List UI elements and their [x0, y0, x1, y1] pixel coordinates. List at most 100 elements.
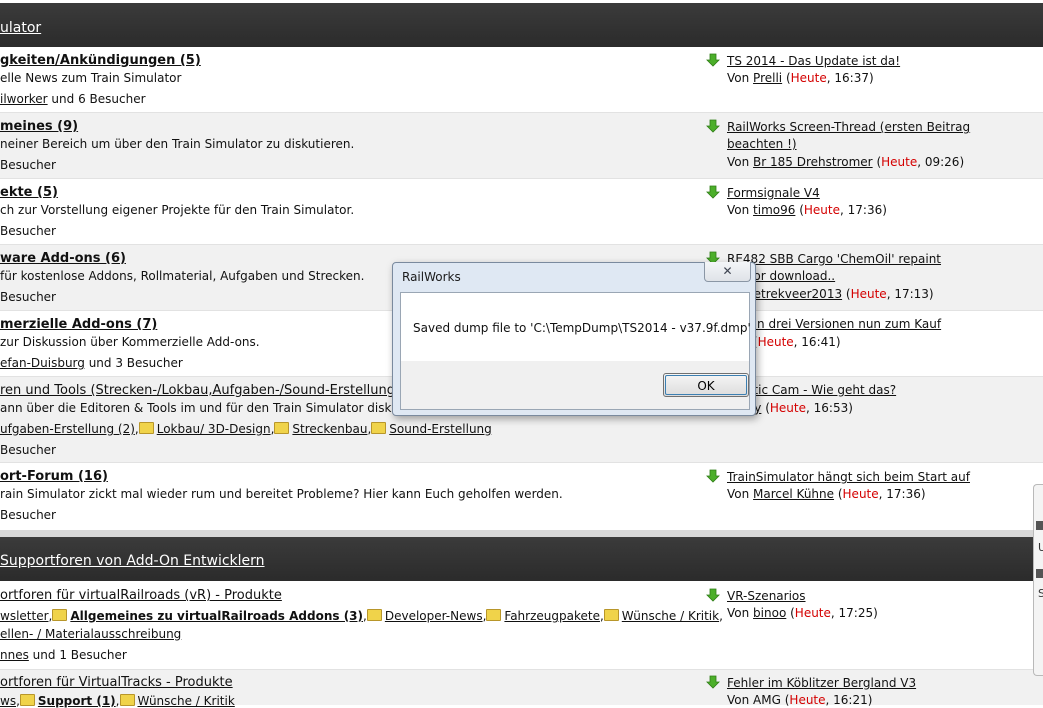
online-line: Besucher	[0, 224, 56, 238]
last-post-title-link[interactable]: 103 in drei Versionen nun zum Kauf	[727, 317, 941, 331]
subforum-link[interactable]: Developer-News	[385, 609, 483, 623]
subforum-link[interactable]: ws	[0, 694, 16, 708]
author-link[interactable]: Marcel Kühne	[753, 487, 834, 501]
folder-icon	[119, 694, 135, 706]
forum-title-link[interactable]: gkeiten/Ankündigungen (5)	[0, 53, 201, 68]
ok-button[interactable]: OK	[663, 373, 749, 397]
forum-description: elle News zum Train Simulator	[0, 71, 182, 85]
category-header: Supportforen von Add-On Entwicklern	[0, 537, 1043, 581]
close-icon[interactable]: ✕	[704, 262, 751, 282]
last-post-author-line: Von Br 185 Drehstromer (Heute, 09:26)	[727, 155, 965, 169]
forum-title-link[interactable]: ren und Tools (Strecken-/Lokbau,Aufgaben…	[0, 383, 395, 398]
forum-description: ann über die Editoren & Tools im und für…	[0, 401, 415, 415]
folder-icon	[274, 422, 290, 434]
forum-row: ekte (5) ch zur Vorstellung eigener Proj…	[0, 179, 1043, 245]
forum-title-link[interactable]: ekte (5)	[0, 185, 58, 200]
online-line: Besucher	[0, 290, 56, 304]
forum-title-link[interactable]: ort-Forum (16)	[0, 469, 108, 484]
last-post-title-link[interactable]: TS 2014 - Das Update ist da!	[727, 54, 900, 68]
subforum-link[interactable]: Streckenbau	[292, 422, 367, 436]
folder-icon	[371, 422, 387, 434]
forum-title-link[interactable]: ortforen für VirtualTracks - Produkte	[0, 675, 233, 690]
online-user-link[interactable]: nnes	[0, 648, 29, 662]
dialog-message-area: Saved dump file to 'C:\TempDump\TS2014 -…	[401, 293, 751, 361]
last-post-author-line: Duwetrekveer2013 (Heute, 17:13)	[727, 287, 934, 301]
subforum-link[interactable]: Sound-Erstellung	[389, 422, 491, 436]
widget-icon	[1036, 521, 1043, 530]
subforum-link[interactable]: Fahrzeugpakete	[504, 609, 600, 623]
subforum-link[interactable]: ufgaben-Erstellung (2)	[0, 422, 135, 436]
author-link[interactable]: binoo	[753, 606, 786, 620]
last-post-title-continued[interactable]: beachten !)	[727, 137, 797, 151]
last-post: Fehler im Köblitzer Bergland V3 Von AMG …	[706, 675, 916, 707]
last-post-title-link[interactable]: RE482 SBB Cargo 'ChemOil' repaint	[727, 252, 941, 266]
subforum-link[interactable]: ellen- / Materialausschreibung	[0, 627, 181, 641]
subforum-link[interactable]: Wünsche / Kritik	[622, 609, 719, 623]
last-post-author-line: Von timo96 (Heute, 17:36)	[727, 203, 887, 217]
category-title-link[interactable]: ulator	[0, 20, 41, 36]
online-user-link[interactable]: efan-Duisburg	[0, 356, 85, 370]
forum-description: ch zur Vorstellung eigener Projekte für …	[0, 203, 355, 217]
author-link[interactable]: Br 185 Drehstromer	[753, 155, 873, 169]
subforum-list: wsletter, Allgemeines zu virtualRailroads…	[0, 609, 723, 623]
author-link[interactable]: Prelli	[753, 71, 782, 85]
last-post: RailWorks Screen-Thread (ersten Beitrag …	[706, 119, 970, 169]
online-user-link[interactable]: ilworker	[0, 92, 48, 106]
forum-description: für kostenlose Addons, Rollmaterial, Auf…	[0, 269, 365, 283]
railworks-dialog: RailWorks ✕ Saved dump file to 'C:\TempD…	[392, 262, 756, 416]
last-post-title-link[interactable]: VR-Szenarios	[727, 589, 806, 603]
subforum-link[interactable]: Lokbau/ 3D-Design	[157, 422, 271, 436]
last-post: Formsignale V4 Von timo96 (Heute, 17:36)	[706, 185, 887, 217]
subforum-link[interactable]: Wünsche / Kritik	[138, 694, 235, 708]
widget-icon	[1036, 569, 1043, 578]
forum-description: neiner Bereich um über den Train Simulat…	[0, 137, 355, 151]
last-post-title-link[interactable]: Fehler im Köblitzer Bergland V3	[727, 676, 916, 690]
subforum-link[interactable]: wsletter	[0, 609, 49, 623]
dialog-message: Saved dump file to 'C:\TempDump\TS2014 -…	[413, 321, 751, 335]
author-link[interactable]: timo96	[753, 203, 795, 217]
online-line: nnes und 1 Besucher	[0, 648, 127, 662]
category-header: ulator	[0, 3, 1043, 47]
online-line: ilworker und 6 Besucher	[0, 92, 146, 106]
forum-title-link[interactable]: ware Add-ons (6)	[0, 251, 126, 266]
last-post: TrainSimulator hängt sich beim Start auf…	[706, 469, 970, 501]
online-line: Besucher	[0, 158, 56, 172]
dialog-title: RailWorks	[402, 270, 461, 284]
folder-icon	[366, 609, 382, 621]
forum-title-link[interactable]: ortforen für virtualRailroads (vR) - Pro…	[0, 588, 282, 603]
last-post-title-link[interactable]: TrainSimulator hängt sich beim Start auf	[727, 470, 970, 484]
go-to-post-arrow-icon[interactable]	[706, 675, 720, 689]
go-to-post-arrow-icon[interactable]	[706, 119, 720, 133]
forum-title-link[interactable]: merzielle Add-ons (7)	[0, 317, 157, 332]
folder-icon	[52, 609, 68, 621]
online-line: Besucher	[0, 443, 56, 457]
forum-row: ortforen für VirtualTracks - Produkte ws…	[0, 670, 1043, 708]
folder-icon	[603, 609, 619, 621]
side-widget: U S	[1033, 484, 1043, 676]
last-post-title-link[interactable]: RailWorks Screen-Thread (ersten Beitrag	[727, 120, 970, 134]
forum-row: ort-Forum (16) rain Simulator zickt mal …	[0, 463, 1043, 530]
category-title-link[interactable]: Supportforen von Add-On Entwicklern	[0, 553, 265, 569]
online-line: efan-Duisburg und 3 Besucher	[0, 356, 183, 370]
forum-title-link[interactable]: meines (9)	[0, 119, 78, 134]
forum-row: meines (9) neiner Bereich um über den Tr…	[0, 113, 1043, 179]
go-to-post-arrow-icon[interactable]	[706, 469, 720, 483]
go-to-post-arrow-icon[interactable]	[706, 185, 720, 199]
forum-description: zur Diskussion über Kommerzielle Add-ons…	[0, 335, 260, 349]
last-post-author-line: Von Marcel Kühne (Heute, 17:36)	[727, 487, 926, 501]
subforum-link[interactable]: Allgemeines zu virtualRailroads Addons (…	[70, 609, 363, 623]
go-to-post-arrow-icon[interactable]	[706, 53, 720, 67]
folder-icon	[138, 422, 154, 434]
subforum-link[interactable]: Support (1)	[38, 694, 116, 708]
last-post-author-line: Von binoo (Heute, 17:25)	[727, 606, 878, 620]
subforum-list: ws, Support (1), Wünsche / Kritik	[0, 694, 235, 708]
forum-row: gkeiten/Ankündigungen (5) elle News zum …	[0, 47, 1043, 113]
folder-icon	[19, 694, 35, 706]
go-to-post-arrow-icon[interactable]	[706, 588, 720, 602]
last-post-title-link[interactable]: Formsignale V4	[727, 186, 820, 200]
subforum-list: ufgaben-Erstellung (2), Lokbau/ 3D-Design…	[0, 422, 492, 436]
last-post-author-line: Von Prelli (Heute, 16:37)	[727, 71, 874, 85]
online-line: Besucher	[0, 508, 56, 522]
last-post: VR-Szenarios Von binoo (Heute, 17:25)	[706, 588, 878, 620]
folder-icon	[486, 609, 502, 621]
